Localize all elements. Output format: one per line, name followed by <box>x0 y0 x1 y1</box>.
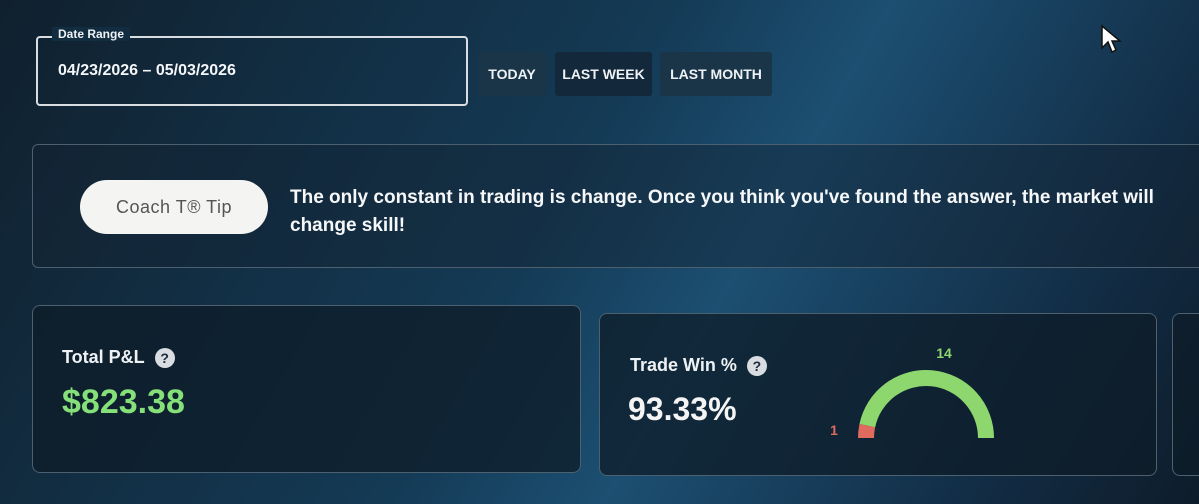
total-pl-value: $823.38 <box>62 383 185 421</box>
trade-win-value: 93.33% <box>628 391 737 427</box>
today-button[interactable]: TODAY <box>478 52 546 96</box>
gauge-losses-label: 1 <box>830 422 838 438</box>
coach-tip-button[interactable]: Coach T® Tip <box>80 180 268 234</box>
last-month-button[interactable]: LAST MONTH <box>660 52 772 96</box>
gauge-loss-arc <box>858 423 876 439</box>
win-loss-gauge: 14 1 <box>830 345 994 439</box>
trade-win-label-text: Trade Win % <box>630 355 737 375</box>
help-icon[interactable]: ? <box>746 355 767 376</box>
last-week-button[interactable]: LAST WEEK <box>555 52 652 96</box>
date-range-value: 04/23/2026 – 05/03/2026 <box>58 62 236 79</box>
help-icon[interactable]: ? <box>154 347 175 368</box>
coach-tip-text: The only constant in trading is change. … <box>290 187 1154 236</box>
date-range-field[interactable]: Date Range 04/23/2026 – 05/03/2026 <box>36 27 468 106</box>
total-pl-label: Total P&L ? <box>62 347 175 368</box>
mouse-cursor-icon <box>1101 24 1122 54</box>
date-range-label: Date Range <box>52 27 131 41</box>
gauge-wins-label: 14 <box>936 345 952 361</box>
gauge-win-arc <box>859 370 994 439</box>
trade-win-label: Trade Win % ? <box>630 355 767 376</box>
partial-stat-card <box>1172 313 1199 476</box>
total-pl-label-text: Total P&L <box>62 347 145 367</box>
